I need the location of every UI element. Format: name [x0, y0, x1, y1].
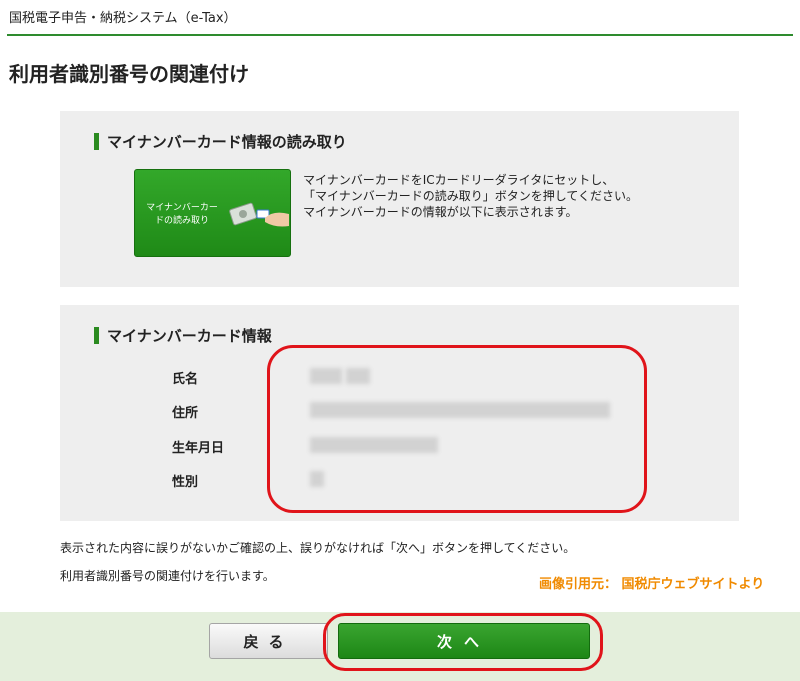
confirm-note: 表示された内容に誤りがないかご確認の上、誤りがなければ「次へ」ボタンを押してくだ…: [60, 541, 576, 555]
read-card-button[interactable]: マイナンバーカードの読み取り: [134, 169, 291, 257]
system-title: 国税電子申告・納税システム（e-Tax）: [9, 11, 237, 26]
heading-accent-bar: [94, 327, 99, 344]
card-read-panel: マイナンバーカード情報の読み取り マイナンバーカードの読み取り マイナンバーカー…: [60, 111, 739, 287]
field-label-birthdate: 生年月日: [172, 441, 225, 456]
redacted-value: [310, 437, 438, 453]
next-button[interactable]: 次へ: [338, 623, 590, 659]
redacted-value: [310, 471, 324, 487]
field-value-address: [310, 402, 614, 418]
field-value-name: [310, 368, 374, 384]
instruction-line: マイナンバーカードをICカードリーダライタにセットし、: [303, 173, 615, 187]
header-divider: [7, 34, 793, 36]
redacted-value: [346, 368, 370, 384]
field-label-name: 氏名: [172, 372, 199, 387]
redacted-value: [310, 368, 342, 384]
heading-accent-bar: [94, 133, 99, 150]
field-label-gender: 性別: [172, 475, 199, 490]
read-card-button-label: マイナンバーカードの読み取り: [146, 203, 218, 226]
read-section-heading-text: マイナンバーカード情報の読み取り: [107, 133, 347, 151]
instruction-line: 「マイナンバーカードの読み取り」ボタンを押してください。: [303, 189, 639, 203]
field-value-birthdate: [310, 437, 442, 453]
info-section-heading: マイナンバーカード情報: [94, 325, 272, 346]
read-section-heading: マイナンバーカード情報の読み取り: [94, 131, 347, 152]
info-section-heading-text: マイナンバーカード情報: [107, 327, 272, 345]
redacted-value: [310, 402, 610, 418]
field-label-address: 住所: [172, 406, 199, 421]
page-title: 利用者識別番号の関連付け: [9, 62, 249, 86]
card-info-panel: マイナンバーカード情報 氏名 住所 生年月日 性別: [60, 305, 739, 521]
field-value-gender: [310, 471, 328, 487]
image-credit: 画像引用元： 国税庁ウェブサイトより: [539, 577, 765, 592]
instruction-line: マイナンバーカードの情報が以下に表示されます。: [303, 205, 578, 219]
hand-icon: [256, 209, 289, 227]
back-button[interactable]: 戻る: [209, 623, 328, 659]
top-bar: 国税電子申告・納税システム（e-Tax）: [0, 0, 800, 36]
read-instructions: マイナンバーカードをICカードリーダライタにセットし、 「マイナンバーカードの読…: [303, 172, 638, 220]
association-note: 利用者識別番号の関連付けを行います。: [60, 569, 275, 583]
